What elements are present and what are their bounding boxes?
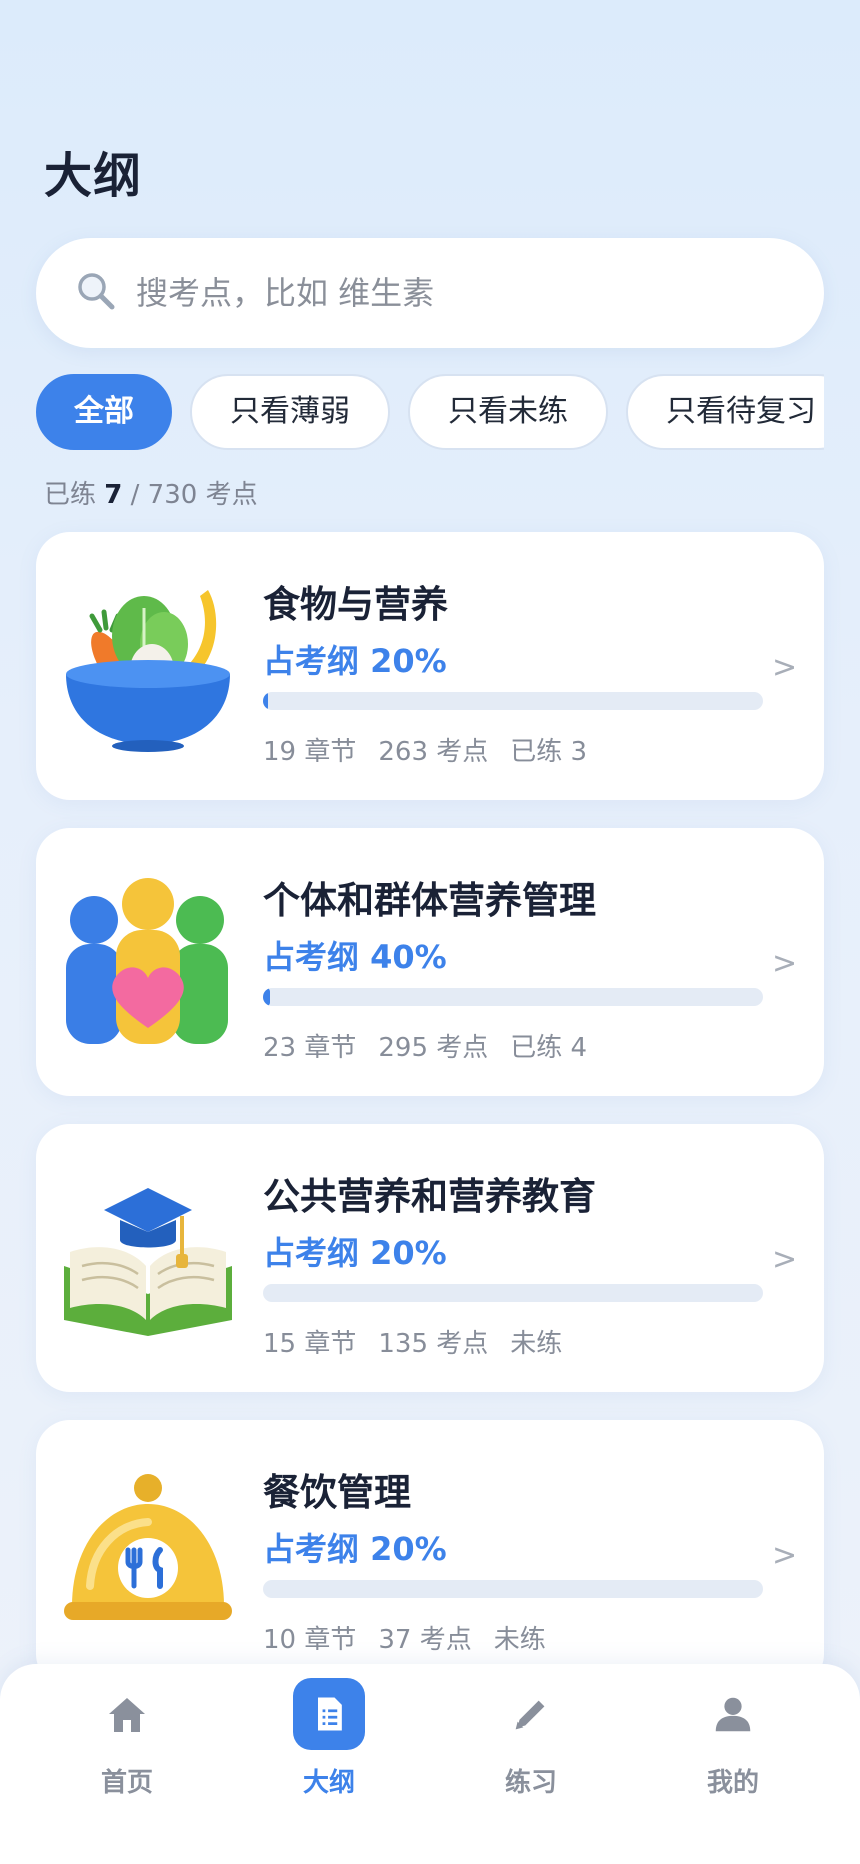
progress-bar xyxy=(263,692,763,710)
bottom-tab-bar: 首页 大纲 练习 我的 xyxy=(0,1664,860,1864)
module-weight: 占考纲 20% xyxy=(263,642,447,680)
module-points: 135 考点 xyxy=(378,1329,489,1359)
module-meta: 10 章节 37 考点 未练 xyxy=(263,1619,568,1656)
progress-fill xyxy=(263,988,270,1006)
stats-total-count: 730 xyxy=(147,480,198,510)
module-status: 已练 3 xyxy=(510,737,588,767)
chevron-right-icon: > xyxy=(772,1242,798,1277)
module-chapters: 19 章节 xyxy=(263,737,357,767)
module-weight: 占考纲 40% xyxy=(263,938,447,976)
module-title: 食物与营养 xyxy=(263,583,448,626)
chevron-right-icon: > xyxy=(772,946,798,981)
module-status: 未练 xyxy=(493,1625,546,1655)
module-status: 未练 xyxy=(510,1329,563,1359)
user-icon xyxy=(697,1678,769,1750)
module-chapters: 10 章节 xyxy=(263,1625,357,1655)
tab-label: 大纲 xyxy=(302,1768,355,1798)
filter-chip-unpracticed[interactable]: 只看未练 xyxy=(408,374,608,450)
salad-bowl-icon xyxy=(60,578,236,754)
tab-label: 练习 xyxy=(504,1768,557,1798)
family-heart-icon xyxy=(60,874,236,1050)
stats-prefix: 已练 xyxy=(44,480,97,510)
tab-practice[interactable]: 练习 xyxy=(476,1678,586,1799)
dish-cloche-icon xyxy=(60,1466,236,1642)
page-title: 大纲 xyxy=(44,148,143,204)
filter-chip-weak[interactable]: 只看薄弱 xyxy=(190,374,390,450)
module-title: 公共营养和营养教育 xyxy=(263,1175,596,1218)
tab-outline[interactable]: 大纲 xyxy=(274,1678,384,1799)
stats-done-count: 7 xyxy=(104,480,123,510)
module-card-catering[interactable]: 餐饮管理 占考纲 20% 10 章节 37 考点 未练 > xyxy=(36,1420,824,1688)
filter-chip-review[interactable]: 只看待复习 xyxy=(626,374,824,450)
progress-bar xyxy=(263,988,763,1006)
module-title: 个体和群体营养管理 xyxy=(263,879,596,922)
module-card-individual-group[interactable]: 个体和群体营养管理 占考纲 40% 23 章节 295 考点 已练 4 > xyxy=(36,828,824,1096)
module-meta: 19 章节 263 考点 已练 3 xyxy=(263,731,609,768)
progress-bar xyxy=(263,1284,763,1302)
pencil-icon xyxy=(495,1678,567,1750)
module-title: 餐饮管理 xyxy=(263,1471,411,1514)
book-graduation-cap-icon xyxy=(60,1170,236,1346)
filter-chip-all[interactable]: 全部 xyxy=(36,374,172,450)
outline-document-icon xyxy=(293,1678,365,1750)
stats-suffix: 考点 xyxy=(205,480,258,510)
chevron-right-icon: > xyxy=(772,650,798,685)
module-weight: 占考纲 20% xyxy=(263,1530,447,1568)
stats-separator: / xyxy=(130,480,140,510)
module-card-food-nutrition[interactable]: 食物与营养 占考纲 20% 19 章节 263 考点 已练 3 > xyxy=(36,532,824,800)
tab-label: 首页 xyxy=(100,1768,153,1798)
search-icon xyxy=(74,269,118,317)
tab-me[interactable]: 我的 xyxy=(678,1678,788,1799)
module-points: 295 考点 xyxy=(378,1033,489,1063)
module-meta: 23 章节 295 考点 已练 4 xyxy=(263,1027,609,1064)
tab-label: 我的 xyxy=(706,1768,759,1798)
progress-fill xyxy=(263,692,269,710)
module-chapters: 15 章节 xyxy=(263,1329,357,1359)
module-meta: 15 章节 135 考点 未练 xyxy=(263,1323,584,1360)
module-points: 37 考点 xyxy=(378,1625,472,1655)
progress-bar xyxy=(263,1580,763,1598)
module-chapters: 23 章节 xyxy=(263,1033,357,1063)
home-icon xyxy=(91,1678,163,1750)
module-status: 已练 4 xyxy=(510,1033,588,1063)
search-bar[interactable] xyxy=(36,238,824,348)
tab-home[interactable]: 首页 xyxy=(72,1678,182,1799)
filter-chips: 全部 只看薄弱 只看未练 只看待复习 xyxy=(36,374,824,450)
practice-stats: 已练 7 / 730 考点 xyxy=(44,474,258,511)
module-card-public-nutrition[interactable]: 公共营养和营养教育 占考纲 20% 15 章节 135 考点 未练 > xyxy=(36,1124,824,1392)
module-points: 263 考点 xyxy=(378,737,489,767)
chevron-right-icon: > xyxy=(772,1538,798,1573)
module-weight: 占考纲 20% xyxy=(263,1234,447,1272)
search-input[interactable] xyxy=(136,274,736,312)
